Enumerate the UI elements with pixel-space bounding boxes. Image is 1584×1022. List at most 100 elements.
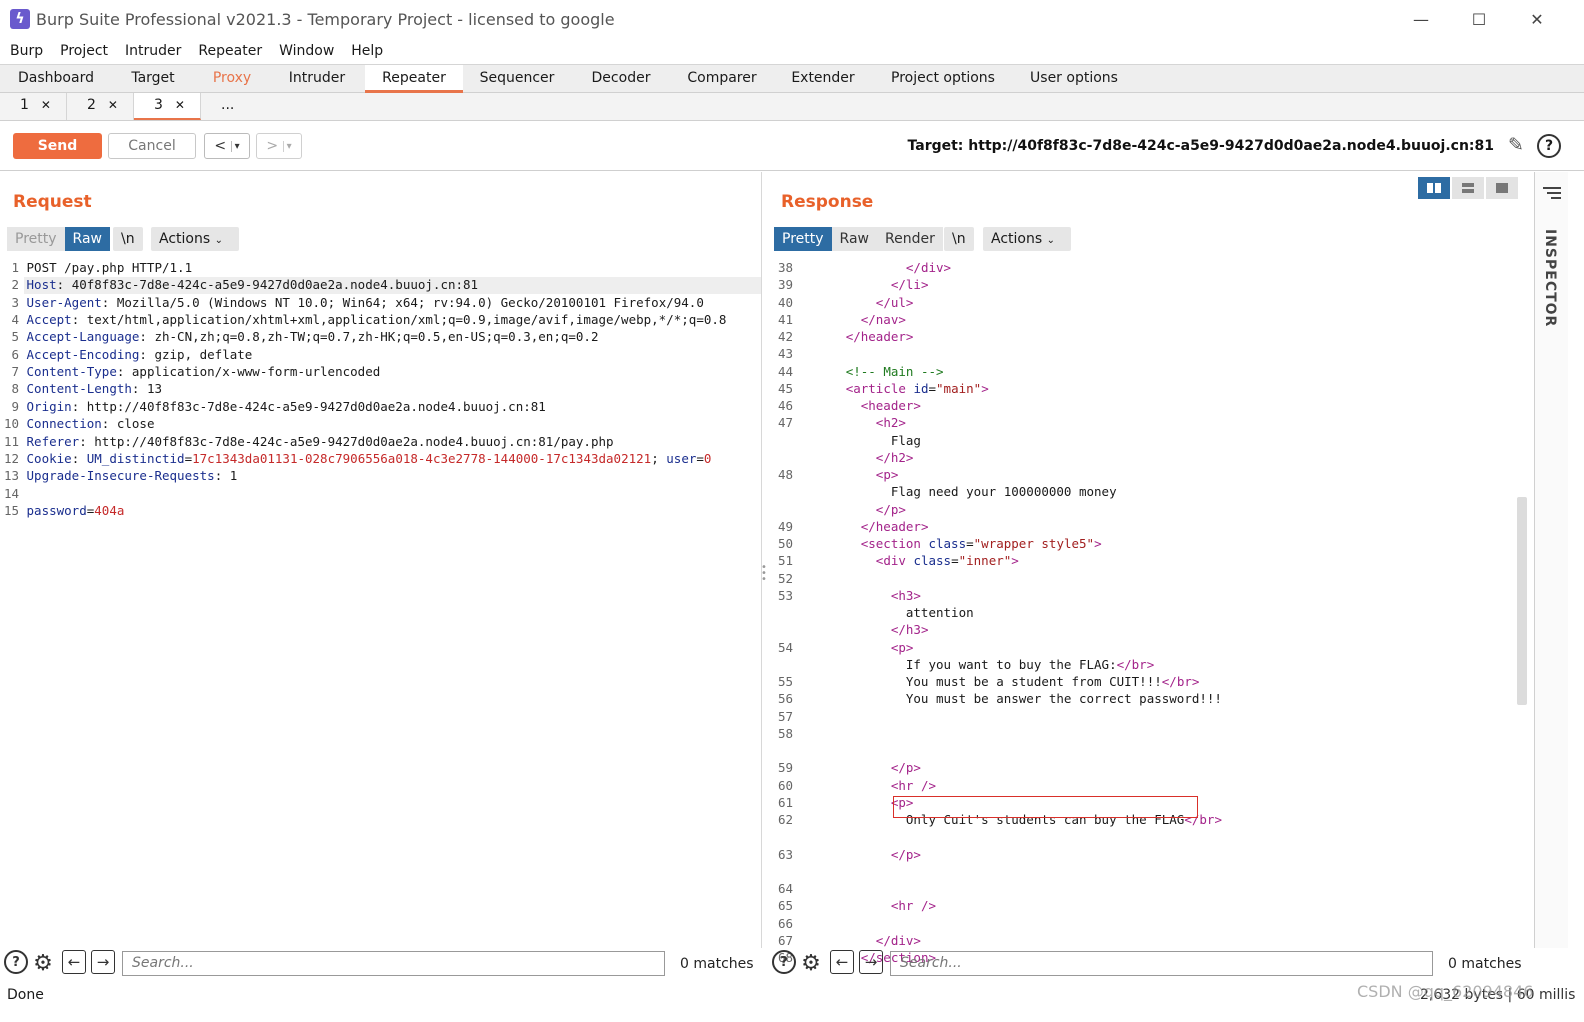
raw-tab[interactable]: Raw [64, 227, 110, 251]
tab-intruder[interactable]: Intruder [276, 65, 358, 93]
response-line: attention [793, 605, 974, 620]
pretty-tab[interactable]: Pretty [774, 227, 832, 251]
chevron-right-icon: > [266, 138, 279, 154]
help-icon[interactable]: ? [4, 950, 28, 974]
line-number: 3 [11, 294, 19, 310]
arrow-right-icon[interactable]: → [859, 950, 883, 974]
response-line: 49 </header> [768, 518, 929, 535]
tab-target[interactable]: Target [116, 65, 190, 93]
send-button[interactable]: Send [13, 133, 102, 159]
search-input[interactable]: Search... [122, 951, 665, 976]
line-number: 44 [777, 363, 793, 379]
minimize-icon[interactable]: — [1408, 6, 1434, 32]
close-tab-icon[interactable]: ✕ [108, 98, 118, 112]
menu-bar: Burp Project Intruder Repeater Window He… [0, 38, 1584, 64]
match-count: 0 matches [1448, 956, 1522, 972]
actions-label: Actions [159, 231, 211, 247]
repeater-tab-2[interactable]: 2 ✕ [67, 93, 134, 120]
menu-intruder[interactable]: Intruder [125, 43, 181, 59]
menu-window[interactable]: Window [279, 43, 334, 59]
pane-divider-handle[interactable]: • • • [761, 563, 767, 585]
close-icon[interactable]: ✕ [1524, 6, 1550, 32]
pencil-icon[interactable]: ✎ [1508, 134, 1532, 158]
split-vertical-icon[interactable] [1452, 177, 1484, 199]
help-icon[interactable]: ? [1537, 134, 1561, 158]
tab-comparer[interactable]: Comparer [678, 65, 766, 93]
close-tab-icon[interactable]: ✕ [175, 98, 185, 112]
search-input[interactable]: Search... [890, 951, 1433, 976]
response-line [768, 863, 831, 880]
response-line: 63 </p> [768, 846, 921, 863]
line-number: 7 [11, 364, 19, 380]
line-number: 53 [777, 587, 793, 603]
request-line: 9 Origin: http://40f8f83c-7d8e-424c-a5e9… [0, 398, 545, 415]
gear-icon[interactable]: ⚙ [798, 950, 824, 976]
response-line: 55 You must be a student from CUIT!!!</b… [768, 673, 1199, 690]
response-line: 48 <p> [768, 466, 898, 483]
response-scrollbar[interactable] [1517, 497, 1527, 705]
close-tab-icon[interactable]: ✕ [41, 98, 51, 112]
request-view-mode: Pretty Raw [7, 227, 110, 251]
tab-repeater[interactable]: Repeater [365, 65, 463, 93]
arrow-left-icon[interactable]: ← [62, 950, 86, 974]
newline-toggle-button[interactable]: \n [113, 227, 143, 251]
inspector-panel[interactable]: INSPECTOR [1534, 172, 1568, 948]
menu-help[interactable]: Help [351, 43, 383, 59]
request-line: 10 Connection: close [0, 415, 155, 432]
back-history-button[interactable]: < ▾ [204, 133, 250, 159]
response-line: Flag need your 100000000 money [793, 484, 1117, 500]
match-count: 0 matches [680, 956, 754, 972]
response-line: 60 <hr /> [768, 777, 936, 794]
newline-toggle-button[interactable]: \n [944, 227, 974, 251]
help-icon[interactable]: ? [772, 950, 796, 974]
render-tab[interactable]: Render [876, 227, 943, 251]
maximize-icon[interactable]: ☐ [1466, 6, 1492, 32]
menu-burp[interactable]: Burp [10, 43, 43, 59]
repeater-tab-new[interactable]: ... [201, 93, 251, 120]
line-number: 39 [777, 277, 793, 293]
response-line: 59 </p> [768, 759, 921, 776]
cancel-button[interactable]: Cancel [108, 133, 196, 159]
forward-history-button[interactable]: > ▾ [256, 133, 302, 159]
request-actions-button[interactable]: Actions ⌄ [151, 227, 239, 251]
split-horizontal-icon[interactable] [1418, 177, 1450, 199]
line-number: 8 [11, 381, 19, 397]
response-line: 47 <h2> [768, 414, 906, 431]
menu-project[interactable]: Project [60, 43, 108, 59]
request-search-bar: ? ⚙ ← → Search... 0 matches [0, 948, 762, 980]
tab-proxy[interactable]: Proxy [200, 65, 264, 93]
menu-repeater[interactable]: Repeater [198, 43, 262, 59]
tab-user-options[interactable]: User options [1022, 65, 1126, 93]
repeater-tab-1[interactable]: 1 ✕ [0, 93, 67, 120]
tab-dashboard[interactable]: Dashboard [6, 65, 106, 93]
line-number: 58 [777, 725, 793, 741]
response-line: 45 <article id="main"> [768, 380, 989, 397]
pretty-tab[interactable]: Pretty [7, 227, 65, 251]
inspector-menu-icon[interactable] [1543, 186, 1561, 204]
response-line: 54 <p> [768, 639, 913, 656]
line-number: 12 [3, 450, 19, 466]
line-number: 66 [777, 915, 793, 931]
response-actions-button[interactable]: Actions ⌄ [983, 227, 1071, 251]
tab-decoder[interactable]: Decoder [578, 65, 664, 93]
title-bar: ϟ Burp Suite Professional v2021.3 - Temp… [0, 0, 1584, 38]
repeater-tab-3[interactable]: 3 ✕ [134, 93, 201, 120]
arrow-left-icon[interactable]: ← [830, 950, 854, 974]
arrow-right-icon[interactable]: → [91, 950, 115, 974]
line-number: 10 [3, 416, 19, 432]
response-line [768, 828, 831, 845]
response-line: 52 [768, 570, 831, 587]
inspector-label[interactable]: INSPECTOR [1542, 229, 1558, 327]
response-line: 67 </div> [768, 932, 921, 949]
tab-project-options[interactable]: Project options [878, 65, 1008, 93]
tab-sequencer[interactable]: Sequencer [471, 65, 563, 93]
raw-tab[interactable]: Raw [831, 227, 877, 251]
line-number: 54 [777, 639, 793, 655]
response-line: 64 [768, 880, 831, 897]
tab-extender[interactable]: Extender [782, 65, 864, 93]
actions-label: Actions [991, 231, 1043, 247]
request-line: 13 Upgrade-Insecure-Requests: 1 [0, 467, 237, 484]
line-number: 46 [777, 398, 793, 413]
tabs-view-icon[interactable] [1486, 177, 1518, 199]
gear-icon[interactable]: ⚙ [30, 950, 56, 976]
